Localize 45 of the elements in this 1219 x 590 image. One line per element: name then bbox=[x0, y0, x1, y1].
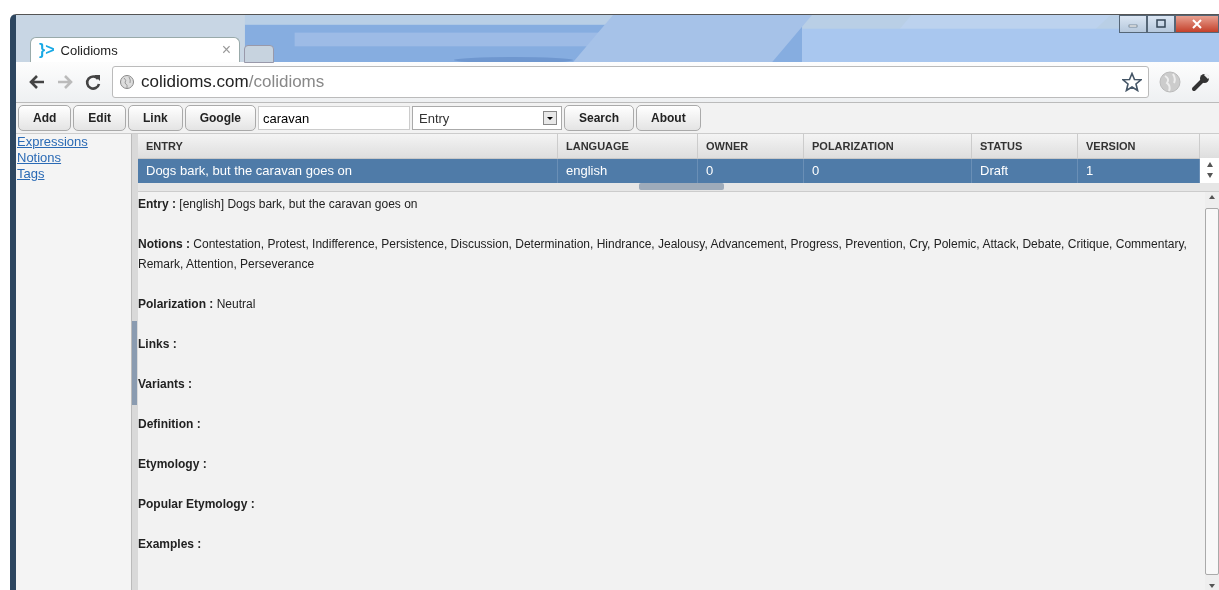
toolbar-button[interactable]: About bbox=[636, 105, 701, 131]
sidebar-link[interactable]: Expressions bbox=[17, 134, 88, 150]
column-header[interactable]: LANGUAGE bbox=[558, 134, 698, 158]
wrench-icon[interactable] bbox=[1191, 72, 1211, 92]
detail-field: Definition : bbox=[138, 414, 1195, 434]
detail-field: Examples : bbox=[138, 534, 1195, 554]
close-icon bbox=[1191, 19, 1203, 29]
field-dropdown[interactable]: Entry bbox=[412, 106, 562, 130]
detail-field: Popular Etymology : bbox=[138, 494, 1195, 514]
toolbar-button[interactable]: Add bbox=[18, 105, 72, 131]
url-text: colidioms.com/colidioms bbox=[141, 72, 326, 92]
address-bar[interactable]: colidioms.com/colidioms bbox=[112, 66, 1149, 98]
maximize-button[interactable] bbox=[1147, 15, 1175, 33]
scroll-down-icon[interactable] bbox=[1206, 581, 1218, 590]
maximize-icon bbox=[1155, 19, 1167, 29]
scrollbar[interactable] bbox=[1205, 192, 1219, 590]
toolbar-button[interactable]: Search bbox=[564, 105, 635, 131]
column-header[interactable]: OWNER bbox=[698, 134, 804, 158]
toolbar-button[interactable]: Edit bbox=[73, 105, 126, 131]
globe-icon bbox=[119, 74, 135, 90]
search-field[interactable]: caravan bbox=[258, 106, 410, 130]
minimize-button[interactable] bbox=[1119, 15, 1147, 33]
reload-icon[interactable] bbox=[84, 73, 102, 91]
detail-field: Variants : bbox=[138, 374, 1195, 394]
app-logo: }> bbox=[39, 41, 55, 59]
star-icon[interactable] bbox=[1122, 72, 1142, 92]
sidebar-link[interactable]: Tags bbox=[17, 166, 45, 182]
detail-field: Links : bbox=[138, 334, 1195, 354]
column-header[interactable]: ENTRY bbox=[138, 134, 558, 158]
detail-field: Notions : Contestation, Protest, Indifference, Persistence, Discussion, Determination, Hindrance, Jealousy, Advancement, Progress, Prevention, Cry, Polemic, Attack, Debate, Critique, Commentary, Remark, Attention, Perseverance bbox=[138, 234, 1195, 274]
back-icon[interactable] bbox=[28, 74, 46, 90]
column-header[interactable]: STATUS bbox=[972, 134, 1078, 158]
close-button[interactable] bbox=[1175, 15, 1219, 33]
scrollbar[interactable] bbox=[1200, 134, 1219, 183]
splitter-handle[interactable] bbox=[132, 321, 137, 405]
tab-title[interactable]: Colidioms bbox=[60, 42, 216, 58]
horizontal-scrollbar[interactable] bbox=[138, 183, 1219, 192]
column-header[interactable]: POLARIZATION bbox=[804, 134, 972, 158]
toolbar-button[interactable]: Link bbox=[128, 105, 183, 131]
table-row[interactable]: Dogs bark, but the caravan goes on english 0 0 Draft 1 bbox=[138, 159, 1200, 183]
detail-field: Entry : [english] Dogs bark, but the caravan goes on bbox=[138, 194, 1195, 214]
toolbar-button[interactable]: Google bbox=[184, 105, 256, 131]
sidebar-link[interactable]: Notions bbox=[17, 150, 62, 166]
detail-field: Etymology : bbox=[138, 454, 1195, 474]
detail-field: Polarization : Neutral bbox=[138, 294, 1195, 314]
